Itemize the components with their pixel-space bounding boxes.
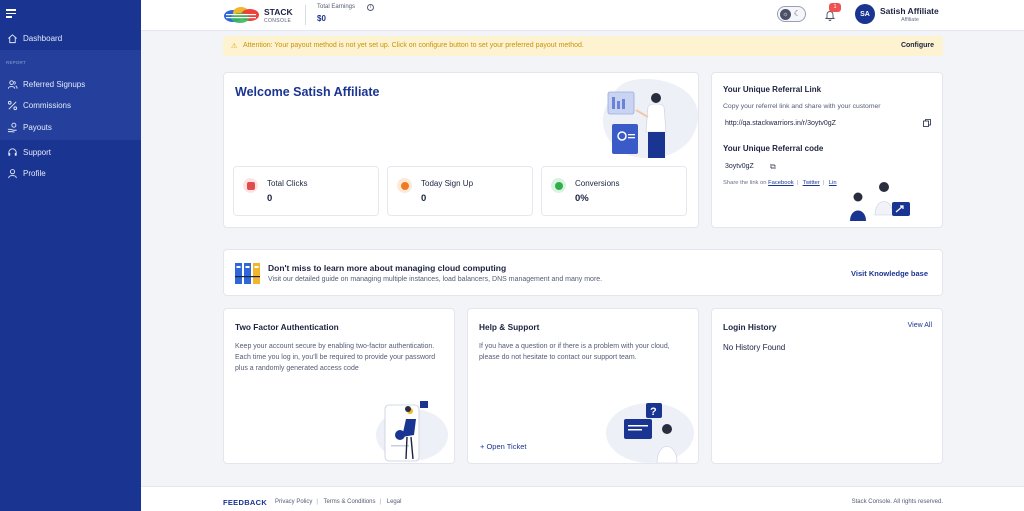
knowledge-banner: Don't miss to learn more about managing … [223, 249, 943, 296]
sidebar-item-dashboard[interactable]: Dashboard [0, 28, 141, 48]
brand-name: STACK [264, 7, 293, 17]
sidebar-item-support[interactable]: Support [0, 142, 141, 162]
open-ticket-button[interactable]: + Open Ticket [480, 442, 526, 451]
referral-card: Your Unique Referral Link Copy your refe… [711, 72, 943, 228]
sidebar-item-label: Dashboard [23, 33, 63, 43]
dashboard-illustration [602, 78, 699, 159]
stat-label: Today Sign Up [421, 179, 474, 188]
referral-link-title: Your Unique Referral Link [723, 85, 822, 94]
sidebar-item-profile[interactable]: Profile [0, 163, 141, 183]
view-all-link[interactable]: View All [908, 322, 932, 329]
payout-alert: ⚠ Attention: Your payout method is not y… [223, 36, 943, 56]
feedback-link[interactable]: FEEDBACK [223, 498, 267, 507]
two-factor-title: Two Factor Authentication [235, 322, 339, 332]
home-icon [6, 32, 18, 44]
warning-icon: ⚠ [231, 43, 238, 50]
stat-label: Conversions [575, 179, 620, 188]
support-illustration: ? [606, 403, 694, 463]
user-icon [6, 167, 18, 179]
referral-link-value[interactable]: http://qa.stackwarriors.in/r/3oytv0gZ [725, 120, 836, 127]
books-icon [235, 263, 260, 284]
share-links: Share the link on Facebook | Twitter | Lin [723, 180, 837, 186]
avatar[interactable]: SA [855, 4, 875, 24]
svg-text:?: ? [650, 406, 657, 418]
configure-button[interactable]: Configure [901, 42, 934, 49]
click-icon [243, 178, 258, 193]
referral-link-description: Copy your referrel link and share with y… [723, 103, 881, 110]
share-illustration [842, 175, 910, 221]
referral-code-title: Your Unique Referral code [723, 144, 824, 153]
sidebar-item-commissions[interactable]: Commissions [0, 95, 141, 115]
percent-icon [6, 99, 18, 111]
stack-console-logo[interactable] [223, 5, 263, 25]
copy-icon[interactable] [923, 119, 931, 127]
visit-knowledge-base-link[interactable]: Visit Knowledge base [851, 269, 928, 278]
terms-link[interactable]: Terms & Conditions [323, 499, 375, 505]
conversion-icon [551, 178, 566, 193]
header-divider [305, 5, 306, 25]
share-facebook-link[interactable]: Facebook [768, 180, 793, 186]
footer: FEEDBACK Privacy Policy | Terms & Conditi… [141, 486, 1024, 511]
moon-icon: ☾ [793, 9, 801, 18]
sun-icon: ☼ [780, 9, 791, 20]
user-name[interactable]: Satish Affiliate [880, 6, 939, 16]
user-role: Affiliate [901, 17, 919, 23]
two-factor-card: Two Factor Authentication Keep your acco… [223, 308, 455, 464]
sidebar: Dashboard REPORT Referred Signups Commis… [0, 0, 141, 511]
sidebar-item-label: Support [23, 147, 52, 157]
sidebar-item-payouts[interactable]: Payouts [0, 117, 141, 137]
welcome-card: Welcome Satish Affiliate Total Clicks 0 … [223, 72, 699, 228]
referral-code-value[interactable]: 3oytv0gZ [725, 163, 754, 170]
sidebar-item-label: Profile [23, 168, 46, 178]
two-factor-illustration [376, 401, 448, 462]
welcome-title: Welcome Satish Affiliate [235, 85, 380, 99]
privacy-policy-link[interactable]: Privacy Policy [275, 499, 312, 505]
sidebar-item-referred-signups[interactable]: Referred Signups [0, 74, 141, 94]
hand-coins-icon [6, 121, 18, 133]
help-support-title: Help & Support [479, 322, 540, 332]
knowledge-description: Visit our detailed guide on managing mul… [268, 276, 603, 283]
sidebar-section-label: REPORT [6, 60, 26, 65]
brand-subtitle: CONSOLE [264, 18, 292, 24]
total-earnings-value: $0 [317, 14, 326, 23]
notification-badge: 1 [829, 3, 841, 12]
stat-value: 0 [267, 193, 273, 204]
login-history-empty: No History Found [723, 343, 786, 352]
share-prefix: Share the link on [723, 180, 767, 186]
sidebar-item-label: Payouts [23, 122, 52, 132]
stat-today-signup: Today Sign Up 0 [387, 166, 533, 216]
stat-total-clicks: Total Clicks 0 [233, 166, 379, 216]
sidebar-item-label: Referred Signups [23, 79, 86, 89]
headset-icon [6, 146, 18, 158]
legal-link[interactable]: Legal [387, 499, 402, 505]
alert-message: Attention: Your payout method is not yet… [243, 42, 584, 49]
top-header: STACK CONSOLE Total Earnings i $0 ☼ ☾ 1 … [141, 0, 1024, 31]
knowledge-title: Don't miss to learn more about managing … [268, 263, 507, 273]
share-linkedin-link[interactable]: Lin [829, 180, 837, 186]
signup-icon [397, 178, 412, 193]
stat-value: 0 [421, 193, 427, 204]
share-twitter-link[interactable]: Twitter [803, 180, 820, 186]
login-history-title: Login History [723, 322, 777, 332]
stat-label: Total Clicks [267, 179, 308, 188]
copy-code-icon[interactable]: ⧉ [770, 162, 776, 172]
total-earnings-label: Total Earnings [317, 4, 356, 10]
help-support-card: Help & Support If you have a question or… [467, 308, 699, 464]
menu-icon[interactable] [6, 9, 16, 18]
theme-toggle[interactable]: ☼ ☾ [777, 6, 806, 22]
stat-conversions: Conversions 0% [541, 166, 687, 216]
footer-links: Privacy Policy | Terms & Conditions | Lega… [275, 499, 402, 505]
help-support-description: If you have a question or if there is a … [479, 343, 670, 361]
info-icon[interactable]: i [367, 4, 374, 11]
two-factor-description: Keep your account secure by enabling two… [235, 343, 436, 372]
stat-value: 0% [575, 193, 589, 204]
login-history-card: Login History View All No History Found [711, 308, 943, 464]
copyright: Stack Console. All rights reserved. [851, 499, 943, 505]
sidebar-item-label: Commissions [23, 100, 72, 110]
users-icon [6, 78, 18, 90]
